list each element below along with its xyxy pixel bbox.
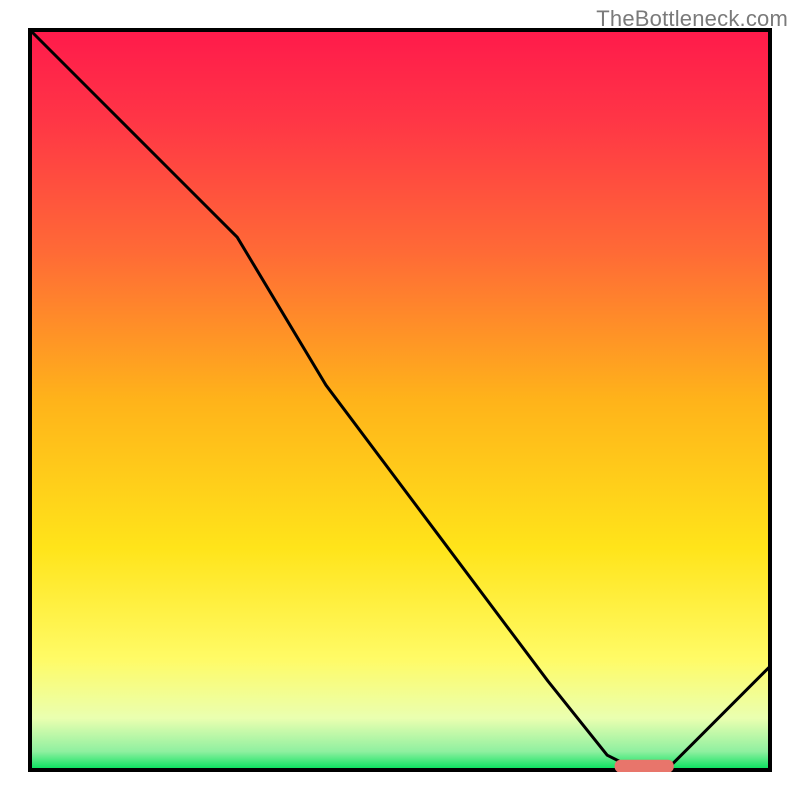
- chart-svg: [28, 28, 772, 772]
- optimal-range-marker: [615, 760, 674, 772]
- watermark-text: TheBottleneck.com: [596, 6, 788, 32]
- bottleneck-chart: [28, 28, 772, 772]
